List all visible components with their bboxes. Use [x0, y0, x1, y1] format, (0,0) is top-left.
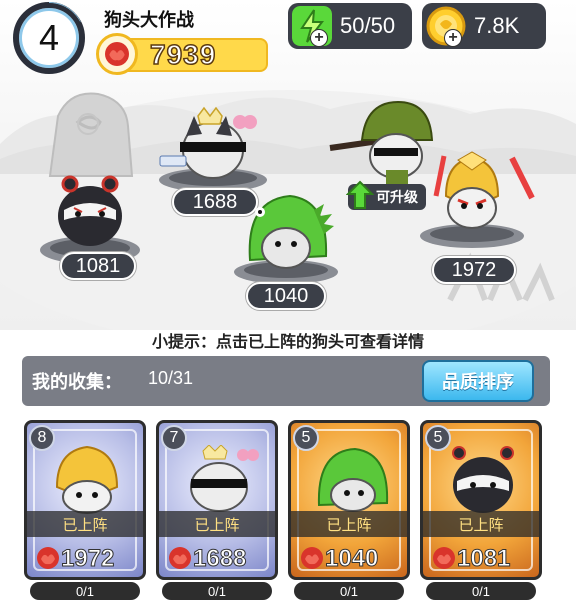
card-status-deployed: 已上阵: [291, 511, 407, 537]
coin-resource[interactable]: + 7.8K: [422, 3, 546, 49]
platform-power-badge: 1040: [246, 282, 326, 310]
platform-power-badge: 1081: [60, 252, 136, 280]
power-fist-icon: [433, 547, 455, 569]
card-power: 1688: [167, 543, 267, 573]
power-fist-icon: [37, 547, 59, 569]
collection-label: 我的收集：: [32, 372, 122, 393]
power-fist-icon: [301, 547, 323, 569]
card-level-badge: 7: [161, 425, 187, 451]
stone-rock-icon: [48, 92, 134, 177]
card-progress: 0/1: [426, 582, 536, 600]
collection-card[interactable]: 7 已上阵 1688: [156, 420, 278, 580]
card-status-deployed: 已上阵: [27, 511, 143, 537]
score-value: 7939: [149, 38, 217, 71]
ninja-dog-portrait: [452, 446, 514, 513]
helmet-soldier-dog-character[interactable]: [326, 100, 446, 188]
collection-card[interactable]: 8 已上阵 1972: [24, 420, 146, 580]
card-power-value: 1081: [456, 545, 511, 573]
card-status-deployed: 已上阵: [423, 511, 539, 537]
player-level-badge[interactable]: 4: [14, 3, 84, 73]
add-coins-button[interactable]: +: [444, 29, 462, 47]
card-power: 1040: [299, 543, 399, 573]
upgrade-arrow-icon: [346, 180, 374, 209]
card-progress: 0/1: [294, 582, 404, 600]
card-level-badge: 5: [425, 425, 451, 451]
energy-resource[interactable]: + 50/50: [288, 3, 412, 49]
collection-count: 10/31: [148, 368, 194, 388]
add-energy-button[interactable]: +: [310, 29, 328, 47]
sunglasses-dog-portrait: [190, 445, 259, 512]
card-power-value: 1040: [324, 545, 379, 573]
power-fist-icon: [96, 33, 138, 75]
card-status-deployed: 已上阵: [159, 511, 275, 537]
platform-slot-ninja[interactable]: 1081: [30, 170, 150, 280]
energy-value: 50/50: [340, 13, 396, 38]
card-progress: 0/1: [30, 582, 140, 600]
platform-power-badge: 1972: [432, 256, 516, 284]
golden-armor-dog-portrait: [55, 445, 119, 514]
card-power: 1081: [431, 543, 531, 573]
upgrade-available-badge[interactable]: 可升级: [346, 180, 426, 210]
card-power: 1972: [35, 543, 135, 573]
card-power-value: 1688: [192, 545, 247, 573]
sort-by-quality-button[interactable]: 品质排序: [422, 360, 534, 402]
dino-dog-portrait: [317, 447, 389, 512]
card-progress: 0/1: [162, 582, 272, 600]
sunglasses-dog-character: [159, 106, 267, 192]
player-level: 4: [38, 17, 60, 58]
card-level-badge: 8: [29, 425, 55, 451]
game-title: 狗头大作战: [104, 10, 194, 31]
power-fist-icon: [169, 547, 191, 569]
collection-card[interactable]: 5 已上阵 1040: [288, 420, 410, 580]
upgrade-label: 可升级: [376, 190, 418, 206]
platform-slot-dino[interactable]: 1040: [220, 190, 352, 310]
dino-dog-character: [234, 194, 338, 284]
coins-value: 7.8K: [474, 13, 520, 38]
card-power-value: 1972: [60, 545, 115, 573]
card-level-badge: 5: [293, 425, 319, 451]
hint-text: 小提示：点击已上阵的狗头可查看详情: [151, 332, 424, 351]
collection-card[interactable]: 5 已上阵 1081: [420, 420, 542, 580]
